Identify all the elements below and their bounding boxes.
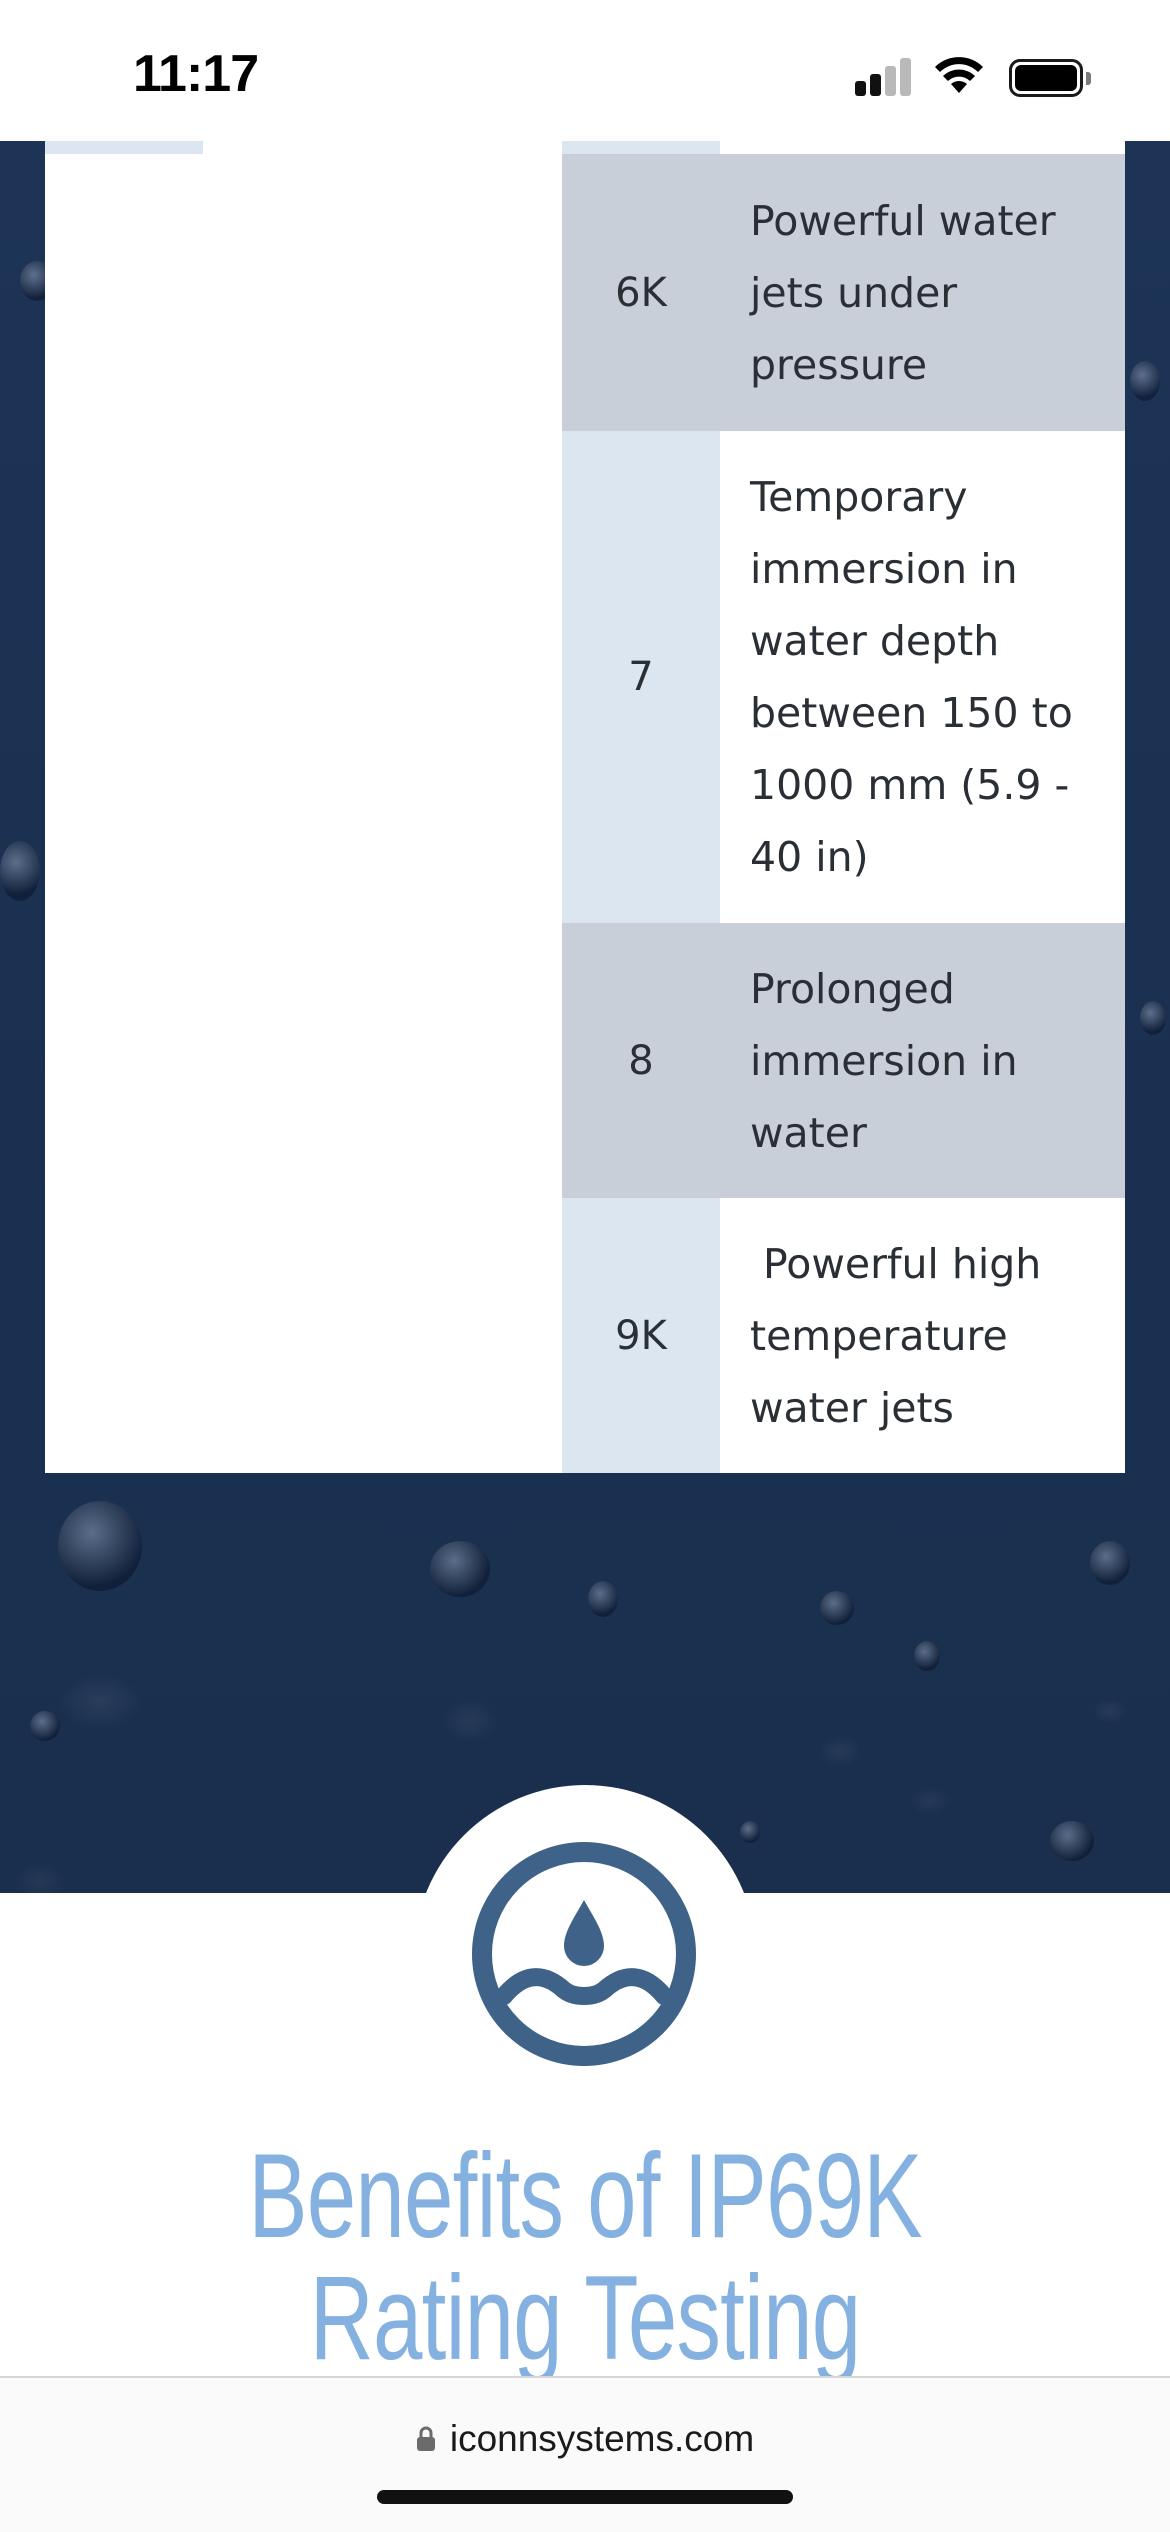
url-text: iconnsystems.com: [449, 2418, 755, 2459]
ip-code-cell: 6K: [562, 154, 720, 431]
url-display[interactable]: iconnsystems.com: [0, 2418, 1170, 2460]
table-row: 9K Powerful high temperature water jets: [45, 1198, 1125, 1473]
ip-description-cell: Powerful water jets under pressure: [720, 154, 1125, 431]
ip-rating-table: 6K Powerful water jets under pressure 7 …: [45, 141, 1125, 1473]
battery-icon: [1009, 59, 1091, 97]
table-top-strip: [562, 141, 720, 154]
table-top-strip: [45, 141, 203, 154]
home-indicator[interactable]: [377, 2490, 793, 2504]
table-row: 7 Temporary immersion in water depth bet…: [45, 431, 1125, 923]
cellular-signal-icon: [855, 58, 913, 96]
status-time: 11:17: [133, 45, 259, 103]
browser-address-bar[interactable]: iconnsystems.com: [0, 2376, 1170, 2532]
table-row: 6K Powerful water jets under pressure: [45, 154, 1125, 431]
wifi-icon: [935, 57, 983, 93]
table-row: 8 Prolonged immersion in water: [45, 923, 1125, 1198]
water-drop-wave-icon: [472, 1842, 696, 2066]
ip-description-cell: Prolonged immersion in water: [720, 923, 1125, 1198]
ip-code-cell: 8: [562, 923, 720, 1198]
ip-description-cell: Powerful high temperature water jets: [720, 1198, 1125, 1473]
ip-code-cell: 9K: [562, 1198, 720, 1473]
ip-description-cell: Temporary immersion in water depth betwe…: [720, 431, 1125, 923]
ip-code-cell: 7: [562, 431, 720, 923]
lock-icon: [416, 2426, 435, 2451]
status-bar: 11:17: [0, 0, 1170, 141]
benefits-heading: Benefits of IP69K Rating Testing: [248, 2129, 922, 2385]
